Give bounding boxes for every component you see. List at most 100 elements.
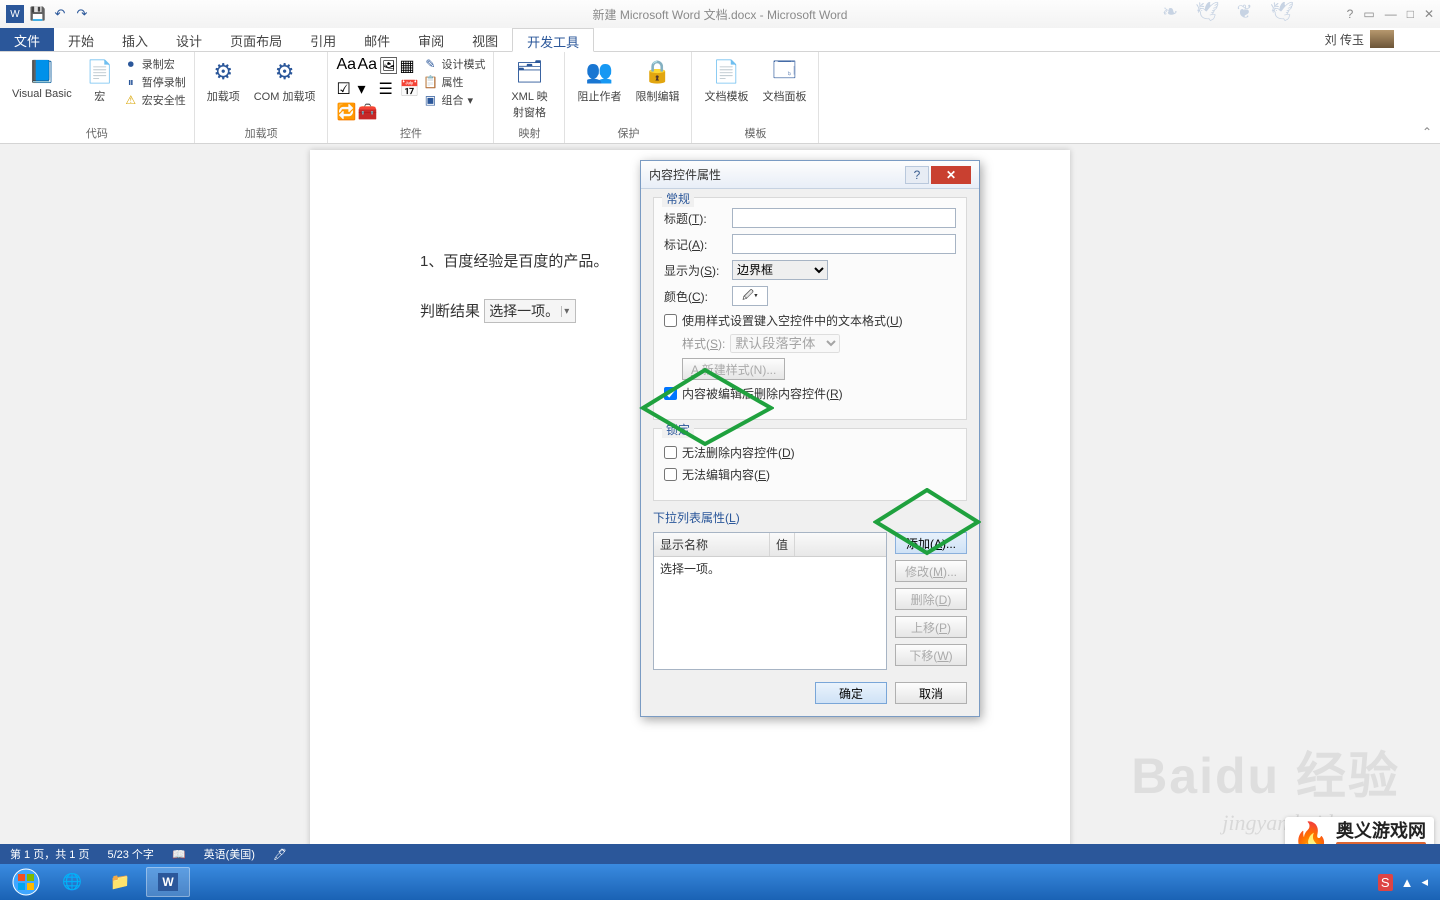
movedown-button: 下移(W) (895, 644, 967, 666)
pause-record-button[interactable]: ⏸暂停录制 (124, 74, 186, 90)
remove-after-edit-checkbox[interactable] (664, 387, 677, 400)
moveup-button: 上移(P) (895, 616, 967, 638)
tab-review[interactable]: 审阅 (404, 28, 458, 51)
group-button[interactable]: ▣组合 ▾ (423, 92, 485, 108)
group-label-code: 代码 (8, 123, 186, 141)
dialog-close-icon[interactable]: ✕ (931, 166, 971, 184)
style-select: 默认段落字体 (730, 334, 840, 353)
color-label: 颜色(C): (664, 288, 726, 305)
group-templates: 📄文档模板 🗔文档面板 模板 (692, 52, 819, 143)
status-spelling-icon[interactable]: 📖 (172, 848, 186, 861)
redo-icon[interactable]: ↷ (74, 6, 90, 22)
ok-button[interactable]: 确定 (815, 682, 887, 704)
status-page[interactable]: 第 1 页，共 1 页 (10, 846, 89, 862)
status-bar: 第 1 页，共 1 页 5/23 个字 📖 英语(美国) 🖊 (0, 844, 1440, 864)
section-lock: 锁定 无法删除内容控件(D) 无法编辑内容(E) (653, 428, 967, 501)
tag-input[interactable] (732, 234, 956, 254)
taskbar-ie[interactable]: 🌐 (50, 867, 94, 897)
use-style-checkbox[interactable] (664, 314, 677, 327)
legacy-ctrl-icon[interactable]: 🧰 (357, 102, 375, 122)
properties-button[interactable]: 📋属性 (423, 74, 485, 90)
xml-icon: 🗂 (515, 58, 543, 86)
legend-general: 常规 (662, 190, 694, 207)
group-icon: ▣ (423, 93, 437, 107)
legend-lock: 锁定 (662, 421, 694, 438)
plaintext-ctrl-icon[interactable]: Aa (357, 56, 375, 76)
buildingblock-ctrl-icon[interactable]: ▦ (399, 56, 417, 76)
picture-ctrl-icon[interactable]: 🖼 (378, 56, 396, 76)
dialog-titlebar[interactable]: 内容控件属性 ? ✕ (641, 161, 979, 189)
tab-view[interactable]: 视图 (458, 28, 512, 51)
status-language[interactable]: 英语(美国) (204, 846, 255, 862)
design-mode-button[interactable]: ✎设计模式 (423, 56, 485, 72)
watermark-baidu: Baidu 经验 (1131, 736, 1400, 808)
title-input[interactable] (732, 208, 956, 228)
tab-file[interactable]: 文件 (0, 28, 54, 51)
vb-icon: 📘 (28, 58, 56, 86)
taskbar-explorer[interactable]: 📁 (98, 867, 142, 897)
taskbar-word[interactable]: W (146, 867, 190, 897)
status-insert-icon[interactable]: 🖊 (273, 848, 287, 861)
richtext-ctrl-icon[interactable]: Aa (336, 56, 354, 76)
doc-panel-button[interactable]: 🗔文档面板 (758, 56, 810, 106)
dropdown-ctrl-icon[interactable]: ☰ (378, 79, 396, 99)
visual-basic-button[interactable]: 📘Visual Basic (8, 56, 76, 102)
addins-button[interactable]: ⚙加载项 (203, 56, 244, 106)
add-button[interactable]: 添加(A)... (895, 532, 967, 554)
tab-layout[interactable]: 页面布局 (216, 28, 296, 51)
repeating-ctrl-icon[interactable]: 🔁 (336, 102, 354, 122)
quick-access-toolbar: W 💾 ↶ ↷ (6, 5, 90, 23)
xml-mapping-button[interactable]: 🗂XML 映射窗格 (502, 56, 556, 122)
user-account[interactable]: 刘 传玉 (1325, 30, 1394, 48)
maximize-icon[interactable]: □ (1407, 7, 1414, 21)
tray-flag-icon[interactable]: ▲ (1401, 875, 1414, 890)
ribbon: 📘Visual Basic 📄宏 ⏺录制宏 ⏸暂停录制 ⚠宏安全性 代码 ⚙加载… (0, 52, 1440, 144)
delete-button: 删除(D) (895, 588, 967, 610)
date-ctrl-icon[interactable]: 📅 (399, 79, 417, 99)
tab-home[interactable]: 开始 (54, 28, 108, 51)
cant-delete-checkbox[interactable] (664, 446, 677, 459)
start-button[interactable] (6, 867, 46, 897)
status-words[interactable]: 5/23 个字 (107, 846, 153, 862)
group-controls: Aa Aa 🖼 ▦ ☑ ▾ ☰ 📅 🔁 🧰 ✎设计模式 📋属性 ▣组合 ▾ 控件 (328, 52, 494, 143)
checkbox-ctrl-icon[interactable]: ☑ (336, 79, 354, 99)
tab-references[interactable]: 引用 (296, 28, 350, 51)
help-icon[interactable]: ? (1347, 7, 1354, 21)
close-icon[interactable]: ✕ (1424, 7, 1434, 21)
macro-security-button[interactable]: ⚠宏安全性 (124, 92, 186, 108)
dialog-help-icon[interactable]: ? (905, 166, 929, 184)
tab-insert[interactable]: 插入 (108, 28, 162, 51)
dropdown-content-control[interactable]: 选择一项。 ▾ (484, 299, 576, 323)
dialog-title: 内容控件属性 (649, 166, 721, 183)
cant-edit-checkbox[interactable] (664, 468, 677, 481)
minimize-icon[interactable]: — (1385, 7, 1397, 21)
title-bar: W 💾 ↶ ↷ 新建 Microsoft Word 文档.docx - Micr… (0, 0, 1440, 28)
save-icon[interactable]: 💾 (30, 6, 46, 22)
group-label-addins: 加载项 (203, 123, 320, 141)
color-picker-button[interactable]: 🖉▾ (732, 286, 768, 306)
ribbon-collapse-icon[interactable]: ⌃ (1422, 125, 1432, 139)
block-authors-button[interactable]: 👥阻止作者 (573, 56, 625, 106)
show-as-select[interactable]: 边界框 (732, 260, 828, 280)
restrict-editing-button[interactable]: 🔒限制编辑 (631, 56, 683, 106)
combobox-ctrl-icon[interactable]: ▾ (357, 79, 375, 99)
doc-template-button[interactable]: 📄文档模板 (700, 56, 752, 106)
taskbar: 🌐 📁 W S ▲ ◂ (0, 864, 1440, 900)
chevron-down-icon[interactable]: ▾ (561, 306, 571, 317)
tray-expand-icon[interactable]: ◂ (1421, 874, 1428, 890)
title-label: 标题(T): (664, 210, 726, 227)
show-as-label: 显示为(S): (664, 262, 726, 279)
dropdown-items-list[interactable]: 显示名称值 选择一项。 (653, 532, 887, 670)
group-code: 📘Visual Basic 📄宏 ⏺录制宏 ⏸暂停录制 ⚠宏安全性 代码 (0, 52, 195, 143)
record-macro-button[interactable]: ⏺录制宏 (124, 56, 186, 72)
undo-icon[interactable]: ↶ (52, 6, 68, 22)
com-addins-button[interactable]: ⚙COM 加载项 (250, 56, 320, 106)
tray-ime-icon[interactable]: S (1378, 874, 1393, 891)
list-item[interactable]: 选择一项。 (654, 557, 886, 580)
ribbon-opts-icon[interactable]: ▭ (1363, 7, 1374, 21)
tab-developer[interactable]: 开发工具 (512, 28, 594, 52)
tab-mailings[interactable]: 邮件 (350, 28, 404, 51)
tab-design[interactable]: 设计 (162, 28, 216, 51)
cancel-button[interactable]: 取消 (895, 682, 967, 704)
macros-button[interactable]: 📄宏 (82, 56, 118, 106)
